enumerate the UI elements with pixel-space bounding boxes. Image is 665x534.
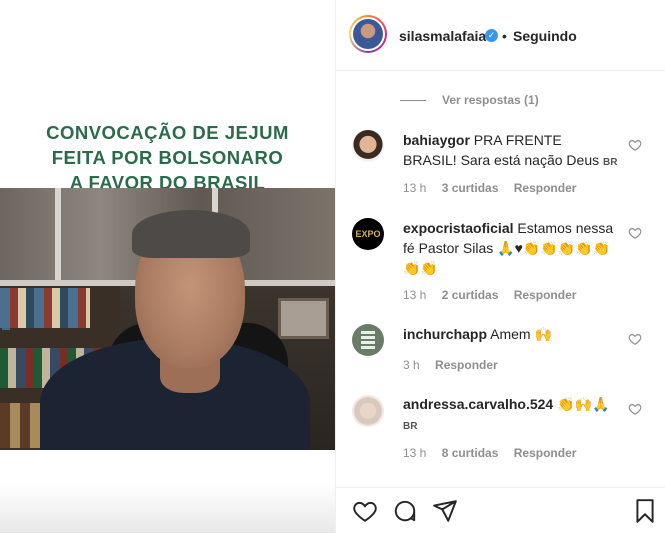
heart-icon[interactable] — [628, 332, 642, 346]
bookmark-icon[interactable] — [632, 498, 658, 524]
post-actions-bar — [336, 487, 665, 534]
commenter-username[interactable]: inchurchapp — [403, 326, 487, 342]
reply-button[interactable]: Responder — [514, 446, 577, 460]
comment-meta: 13 h 3 curtidas Responder — [403, 181, 588, 195]
post-header: silasmalafaia ✓ • Seguindo — [336, 0, 665, 71]
person-hair — [132, 210, 250, 258]
br-flag-label: BR — [403, 421, 418, 432]
picture-frame — [278, 298, 329, 339]
author-avatar-image — [353, 19, 383, 49]
media-title: CONVOCAÇÃO DE JEJUM FEITA POR BOLSONARO … — [0, 120, 335, 195]
comment-meta: 13 h 2 curtidas Responder — [403, 288, 588, 302]
media-title-line-2: FEITA POR BOLSONARO — [51, 147, 284, 168]
media-title-line-1: CONVOCAÇÃO DE JEJUM — [46, 122, 289, 143]
heart-icon[interactable] — [628, 226, 642, 240]
heart-icon[interactable] — [628, 402, 642, 416]
comment-time[interactable]: 13 h — [403, 446, 426, 460]
comment-body: Amem 🙌 — [490, 326, 552, 342]
commenter-avatar[interactable] — [352, 395, 384, 427]
comment-meta: 13 h 8 curtidas Responder — [403, 446, 588, 460]
replies-dash — [400, 100, 426, 101]
commenter-username[interactable]: andressa.carvalho.524 — [403, 396, 553, 412]
author-avatar[interactable] — [349, 15, 387, 53]
commenter-avatar[interactable] — [352, 130, 384, 162]
comment-time[interactable]: 3 h — [403, 358, 420, 372]
reply-button[interactable]: Responder — [514, 288, 577, 302]
comment-time[interactable]: 13 h — [403, 288, 426, 302]
comment-body: 👏🙌🙏 — [557, 396, 610, 412]
following-button[interactable]: Seguindo — [513, 28, 577, 44]
comment-likes[interactable]: 3 curtidas — [442, 181, 499, 195]
view-replies-button[interactable]: Ver respostas (1) — [442, 93, 539, 107]
comment-text: andressa.carvalho.524 👏🙌🙏 BR — [403, 394, 618, 437]
reply-button[interactable]: Responder — [514, 181, 577, 195]
comment-text: bahiaygor PRA FRENTE BRASIL! Sara está n… — [403, 130, 618, 173]
media-bottom-fade — [0, 483, 335, 533]
heart-icon[interactable] — [352, 498, 378, 524]
reply-button[interactable]: Responder — [435, 358, 498, 372]
br-flag-label: BR — [603, 157, 618, 168]
comment-time[interactable]: 13 h — [403, 181, 426, 195]
verified-badge-icon: ✓ — [485, 29, 498, 42]
heart-icon[interactable] — [628, 138, 642, 152]
instagram-post: CONVOCAÇÃO DE JEJUM FEITA POR BOLSONARO … — [0, 0, 665, 533]
commenter-avatar[interactable] — [352, 324, 384, 356]
comment-likes[interactable]: 2 curtidas — [442, 288, 499, 302]
comment-text: inchurchapp Amem 🙌 — [403, 324, 618, 344]
commenter-avatar[interactable]: EXPO — [352, 218, 384, 250]
video-frame[interactable] — [0, 188, 335, 450]
post-media[interactable]: CONVOCAÇÃO DE JEJUM FEITA POR BOLSONARO … — [0, 0, 335, 533]
commenter-username[interactable]: bahiaygor — [403, 132, 470, 148]
comment-likes[interactable]: 8 curtidas — [442, 446, 499, 460]
comments-list: Ver respostas (1) bahiaygor PRA FRENTE B… — [336, 71, 665, 487]
cabinet-frame — [55, 188, 61, 283]
author-username[interactable]: silasmalafaia — [399, 28, 486, 44]
comment-icon[interactable] — [392, 498, 418, 524]
comment-text: expocristaoficial Estamos nessa fé Pasto… — [403, 218, 618, 278]
post-sidebar: silasmalafaia ✓ • Seguindo Ver respostas… — [335, 0, 665, 533]
separator-dot: • — [502, 28, 507, 44]
comment-meta: 3 h Responder — [403, 358, 510, 372]
commenter-username[interactable]: expocristaoficial — [403, 220, 514, 236]
share-icon[interactable] — [432, 498, 458, 524]
books-row-1 — [0, 288, 90, 328]
